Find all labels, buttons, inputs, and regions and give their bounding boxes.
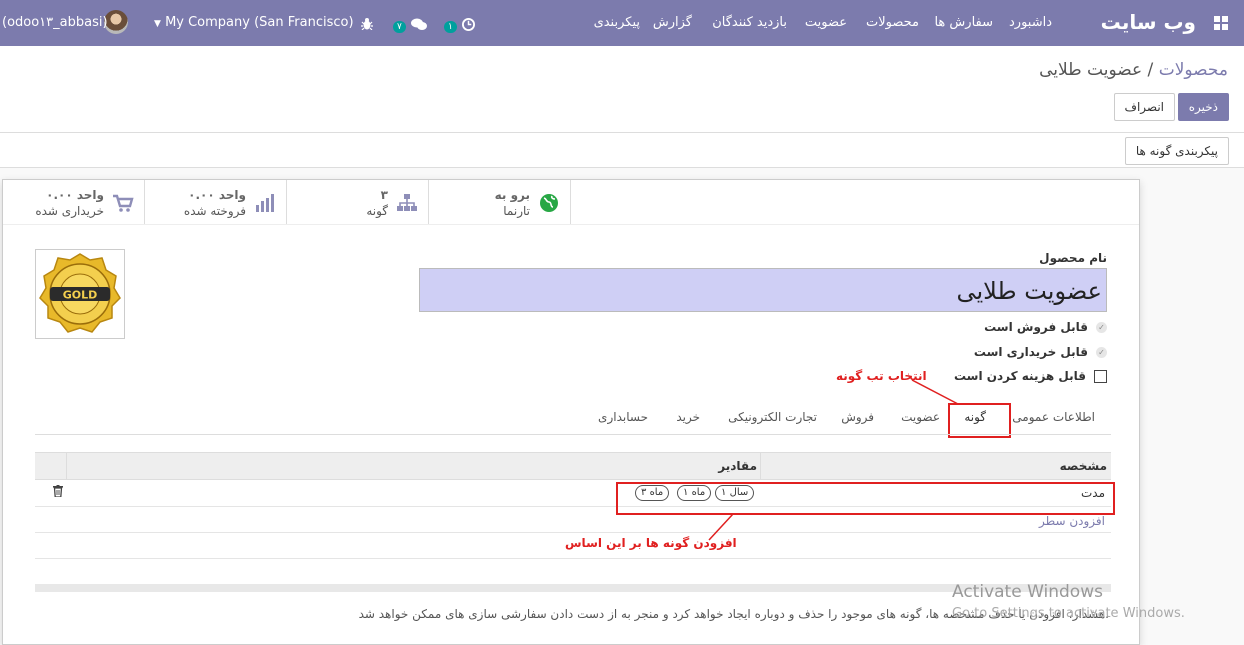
user-menu[interactable]: (odoo۱۳_abbasi) [2,15,108,30]
stat-purchased-button[interactable]: ۰.۰۰ واحد خریداری شده [3,180,145,224]
annotation-arrow-icon [911,379,959,405]
can-be-sold-row[interactable]: قابل فروش است ✓ [984,320,1107,334]
row-divider [35,558,1111,559]
variants-label: گونه [366,204,388,218]
annotation-add-variants: افزودن گونه ها بر این اساس [565,536,737,550]
attributes-table-header: مقادیر مشخصه [35,452,1111,480]
menu-membership[interactable]: عضویت [805,15,847,30]
stat-website-button[interactable]: برو به تارنما [429,180,571,224]
stat-sold-button[interactable]: ۰.۰۰ واحد فروخته شده [145,180,287,224]
menu-visitors[interactable]: بازدید کنندگان [712,15,787,30]
stat-variants-button[interactable]: ۳ گونه [287,180,429,224]
col-attribute[interactable]: مشخصه [1060,459,1107,473]
debug-bug-icon[interactable] [361,15,373,34]
trash-icon[interactable] [53,485,63,497]
tab-sales[interactable]: فروش [841,410,874,424]
product-name-input[interactable]: عضویت طلایی [419,268,1107,312]
menu-products[interactable]: محصولات [866,15,919,30]
purchased-label: خریداری شده [35,204,104,218]
menu-configuration[interactable]: پیکربندی [594,15,640,30]
divider [3,224,1139,225]
activity-count: ۱ [444,21,457,33]
tab-purchase[interactable]: خرید [676,410,700,424]
tab-accounting[interactable]: حسابداری [598,410,648,424]
activate-windows-hint: Go to Settings to activate Windows. [952,606,1185,621]
breadcrumb: محصولات / عضویت طلایی [1039,60,1228,80]
top-navbar: وب سایت داشبورد سفارش ها محصولات عضویت ب… [0,0,1244,46]
attribute-duration[interactable]: مدت [1081,486,1105,500]
discard-button[interactable]: انصراف [1113,93,1175,121]
shopping-cart-icon [113,194,134,212]
company-switcher[interactable]: ▼ My Company (San Francisco) [154,15,354,30]
tab-ecommerce[interactable]: تجارت الکترونیکی [728,410,817,424]
company-name: My Company (San Francisco) [165,15,354,30]
messaging-button[interactable]: ۷ [393,14,427,33]
add-line-link[interactable]: افزودن سطر [1039,514,1105,528]
checkmark-icon[interactable]: ✓ [1096,347,1107,358]
tabs-divider [35,434,1111,435]
divider [0,132,1244,133]
header-gutter [35,453,67,480]
sold-qty: ۰.۰۰ واحد [188,188,246,202]
horizontal-scrollbar[interactable] [35,584,1111,592]
activity-button[interactable]: ۱ [444,14,475,33]
chevron-down-icon: ▼ [154,19,161,29]
website-go-to: برو به [494,188,530,202]
value-tag-1-month[interactable]: ۱ ماه [677,485,712,501]
can-be-purchased-row[interactable]: قابل خریداری است ✓ [974,345,1107,359]
menu-dashboard[interactable]: داشبورد [1009,15,1052,30]
apps-menu-icon[interactable] [1214,16,1228,30]
menu-orders[interactable]: سفارش ها [934,15,993,30]
save-button[interactable]: ذخیره [1177,93,1229,121]
sold-label: فروخته شده [183,204,246,218]
menu-reporting[interactable]: گزارش [653,15,692,30]
can-be-sold-label: قابل فروش است [984,320,1088,334]
row-divider [35,532,1111,533]
value-tag-1-year[interactable]: ۱ سال [715,485,755,501]
breadcrumb-products[interactable]: محصولات [1159,60,1228,80]
app-brand[interactable]: وب سایت [1101,10,1196,34]
messages-count: ۷ [393,21,406,33]
col-values[interactable]: مقادیر [718,459,757,473]
activate-windows-watermark: Activate Windows [952,582,1103,602]
checkmark-icon[interactable]: ✓ [1096,322,1107,333]
clock-icon [461,18,475,31]
tab-general-info[interactable]: اطلاعات عمومی [1012,410,1095,424]
globe-icon [540,194,558,212]
gold-membership-badge-icon: GOLD [39,253,121,333]
header-values-cell: مقادیر [67,453,761,480]
product-name-label: نام محصول [1039,251,1107,265]
checkbox[interactable] [1094,370,1107,383]
can-be-expensed-label: قابل هزینه کردن است [953,369,1086,383]
bar-chart-icon [256,194,274,212]
breadcrumb-current: عضویت طلایی [1039,60,1143,80]
website-label: تارنما [503,204,530,218]
tab-membership[interactable]: عضویت [901,410,940,424]
purchased-qty: ۰.۰۰ واحد [46,188,104,202]
breadcrumb-separator: / [1142,60,1159,80]
comments-icon [410,18,427,30]
form-sheet: ۰.۰۰ واحد خریداری شده ۰.۰۰ واحد فروخته ش… [2,179,1140,645]
logo-text: GOLD [63,289,98,302]
variants-count: ۳ [380,188,388,202]
product-image[interactable]: GOLD [35,249,125,339]
sitemap-icon [397,194,417,211]
can-be-purchased-label: قابل خریداری است [973,345,1088,359]
user-avatar[interactable] [104,10,128,34]
configure-variants-button[interactable]: پیکربندی گونه ها [1124,137,1229,165]
tab-variants[interactable]: گونه [964,410,986,424]
value-tag-3-months[interactable]: ۳ ماه [635,485,670,501]
can-be-expensed-row[interactable]: قابل هزینه کردن است [954,369,1107,383]
